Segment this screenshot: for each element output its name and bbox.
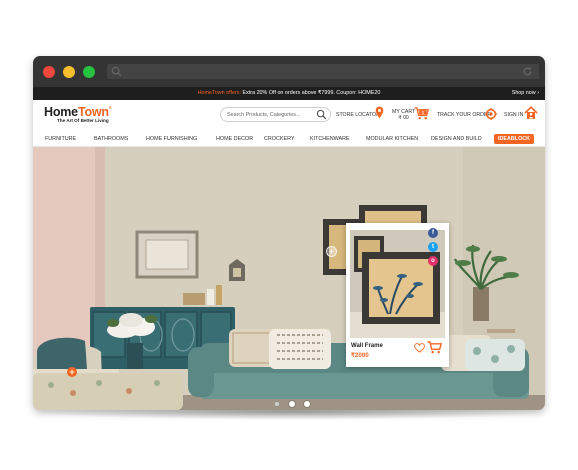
search-icon: [111, 66, 122, 77]
logo-registered: ®: [108, 105, 112, 110]
cart-icon[interactable]: 0: [414, 107, 429, 120]
nav-item-home-decor[interactable]: HOME DECOR: [216, 136, 253, 142]
product-card[interactable]: f t o Wall Frame ₹2000: [346, 223, 449, 367]
facebook-share-icon[interactable]: f: [428, 228, 438, 238]
close-window-button[interactable]: [43, 66, 55, 78]
nav-item-furniture[interactable]: FURNITURE: [45, 136, 76, 142]
nav-item-ideablock[interactable]: IDEABLOCK: [494, 134, 535, 144]
wall-frame-hotspot[interactable]: +: [326, 246, 337, 257]
logo-tagline: The Art Of Better Living: [57, 118, 109, 123]
search-icon[interactable]: [316, 109, 327, 120]
nav-item-modular-kitchen[interactable]: MODULAR KITCHEN: [366, 136, 418, 142]
site-header: HomeTown® The Art Of Better Living STORE…: [33, 100, 545, 132]
product-price: ₹2000: [351, 352, 369, 359]
location-pin-icon[interactable]: [375, 106, 384, 119]
sign-in-link[interactable]: SIGN IN: [504, 112, 523, 118]
track-order-link[interactable]: TRACK YOUR ORDER: [437, 112, 491, 118]
twitter-share-icon[interactable]: t: [428, 242, 438, 252]
reload-icon[interactable]: [522, 66, 533, 77]
carousel-dot-1[interactable]: [275, 402, 279, 406]
my-cart-link[interactable]: MY CART ₹ 00: [392, 109, 415, 121]
address-bar[interactable]: [107, 64, 539, 79]
offer-prefix: HomeTown offers:: [197, 90, 243, 96]
nav-item-crockery[interactable]: CROCKERY: [264, 136, 294, 142]
logo-wordmark: HomeTown®: [44, 105, 112, 119]
nav-item-design-and-build[interactable]: DESIGN AND BUILD: [431, 136, 482, 142]
product-hotspot[interactable]: +: [67, 367, 77, 377]
carousel-dot-2[interactable]: [289, 401, 295, 407]
logo-town: Town: [77, 105, 109, 119]
browser-window: HomeTown offers: Extra 20% Off on orders…: [33, 56, 545, 410]
main-navigation: FURNITURE BATHROOMS HOME FURNISHING HOME…: [33, 132, 545, 147]
shop-now-link[interactable]: Shop now ›: [512, 87, 539, 100]
store-locator-link[interactable]: STORE LOCATOR: [336, 112, 380, 118]
offer-message: HomeTown offers: Extra 20% Off on orders…: [33, 87, 545, 100]
nav-item-kitchenware[interactable]: KITCHENWARE: [310, 136, 350, 142]
minimize-window-button[interactable]: [63, 66, 75, 78]
browser-chrome: [33, 56, 545, 87]
search-input[interactable]: [227, 108, 315, 121]
home-user-icon[interactable]: [524, 106, 538, 120]
search-box: [220, 107, 331, 122]
nav-item-bathrooms[interactable]: BATHROOMS: [94, 136, 128, 142]
carousel-dot-3[interactable]: [304, 401, 310, 407]
nav-item-home-furnishing[interactable]: HOME FURNISHING: [146, 136, 197, 142]
maximize-window-button[interactable]: [83, 66, 95, 78]
offer-bar: HomeTown offers: Extra 20% Off on orders…: [33, 87, 545, 100]
hometown-logo[interactable]: HomeTown® The Art Of Better Living: [44, 105, 112, 123]
wishlist-heart-icon[interactable]: [414, 343, 425, 353]
logo-home: Home: [44, 105, 78, 119]
hotspot-plus: +: [69, 367, 75, 377]
instagram-share-icon[interactable]: o: [428, 256, 438, 266]
cart-amount: ₹ 00: [398, 115, 409, 121]
hotspot-plus: +: [329, 247, 334, 256]
living-room-image: [33, 147, 545, 410]
add-to-cart-icon[interactable]: [427, 341, 442, 354]
track-order-icon[interactable]: [485, 108, 497, 120]
hero-banner: + +: [33, 147, 545, 410]
offer-text: Extra 20% Off on orders above ₹7999. Cou…: [242, 90, 381, 96]
product-name: Wall Frame: [351, 343, 383, 349]
